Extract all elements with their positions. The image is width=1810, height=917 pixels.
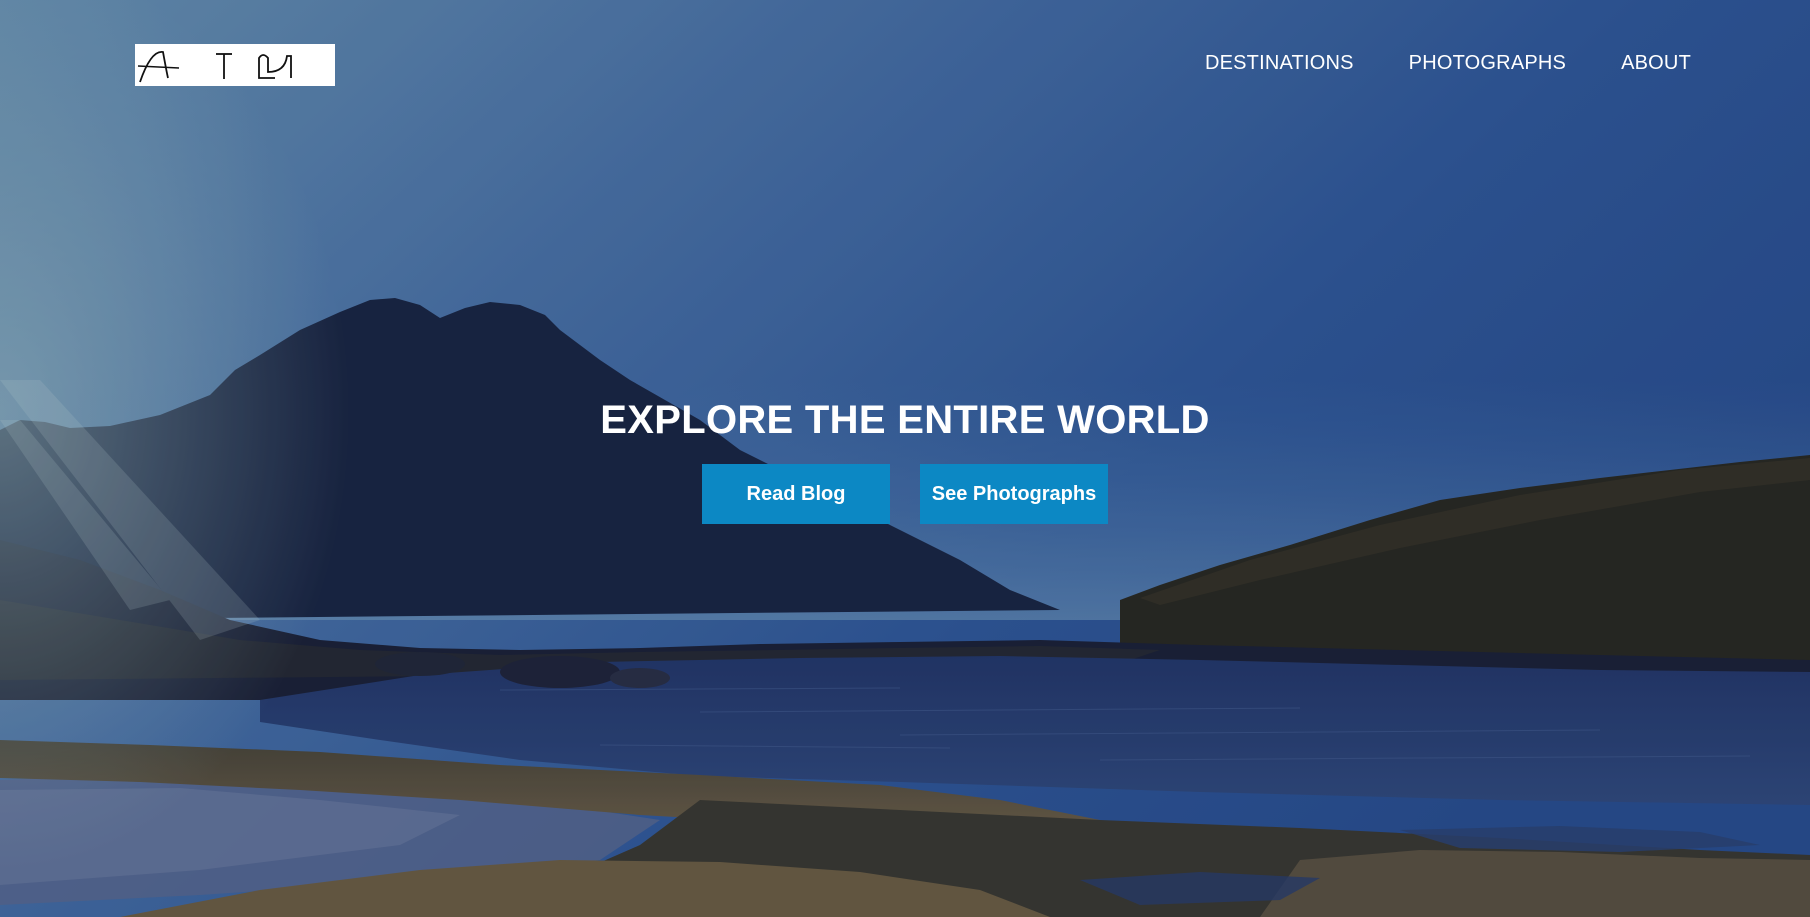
site-header: AcrossTheGlobe DESTINATIONS PHOTOGRAPHS … (0, 0, 1810, 130)
site-logo[interactable]: AcrossTheGlobe (135, 44, 335, 86)
logo-wordmark-icon (137, 51, 292, 83)
main-nav: DESTINATIONS PHOTOGRAPHS ABOUT (1205, 52, 1691, 75)
hero-title: EXPLORE THE ENTIRE WORLD (600, 398, 1210, 442)
nav-item-photographs[interactable]: PHOTOGRAPHS (1409, 52, 1566, 75)
see-photographs-button[interactable]: See Photographs (920, 464, 1108, 524)
hero-section: AcrossTheGlobe DESTINATIONS PHOTOGRAPHS … (0, 0, 1810, 917)
nav-item-destinations[interactable]: DESTINATIONS (1205, 52, 1354, 75)
read-blog-button[interactable]: Read Blog (702, 464, 890, 524)
nav-item-about[interactable]: ABOUT (1621, 52, 1691, 75)
hero-content: EXPLORE THE ENTIRE WORLD Read Blog See P… (0, 392, 1810, 524)
cta-row: Read Blog See Photographs (0, 464, 1810, 524)
